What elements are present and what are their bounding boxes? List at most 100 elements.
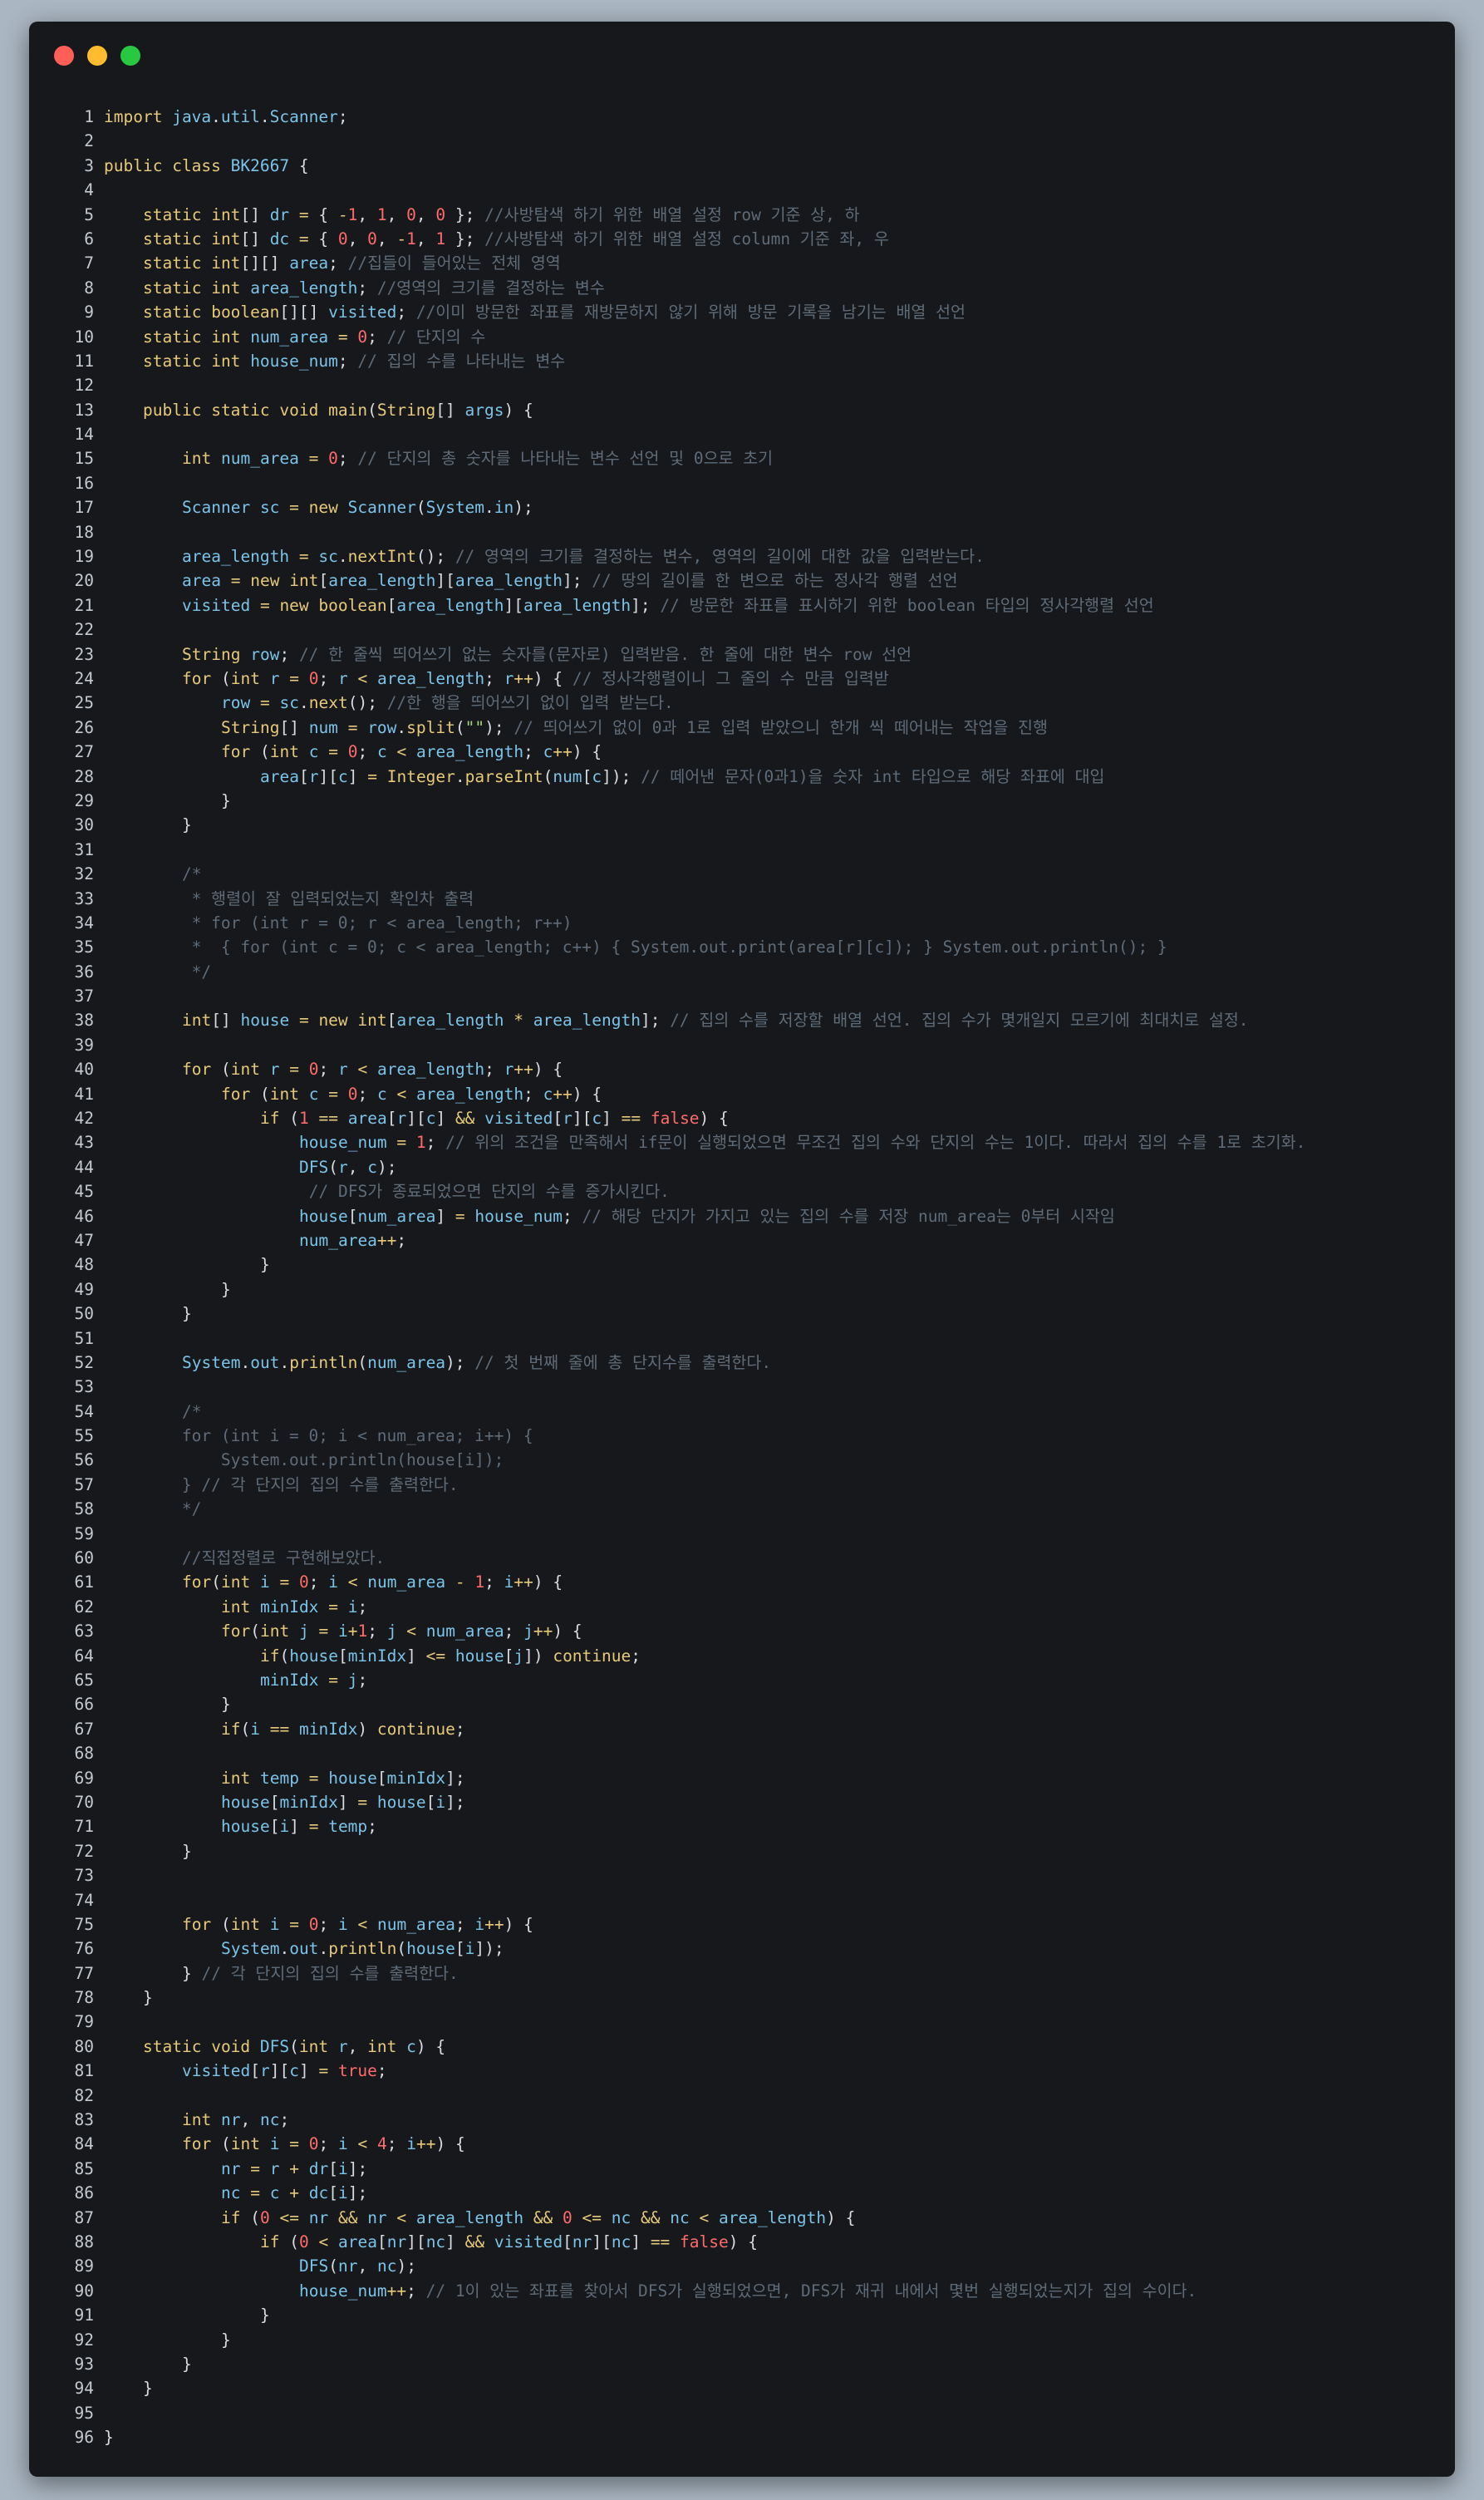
line-number: 90 bbox=[74, 2281, 94, 2301]
line-number: 31 bbox=[74, 839, 94, 859]
code-line: 34 * for (int r = 0; r < area_length; r+… bbox=[29, 911, 1455, 935]
line-number: 22 bbox=[74, 620, 94, 640]
code-line: 31 bbox=[29, 838, 1455, 862]
line-code: minIdx = j; bbox=[260, 1671, 368, 1690]
code-line: 2 bbox=[29, 129, 1455, 153]
line-number: 33 bbox=[74, 888, 94, 908]
line-number: 13 bbox=[74, 400, 94, 420]
line-number: 7 bbox=[84, 253, 94, 273]
code-line: 29 } bbox=[29, 789, 1455, 813]
line-code: // DFS가 종료되었으면 단지의 수를 증가시킨다. bbox=[308, 1182, 670, 1202]
code-line: 56 System.out.println(house[i]); bbox=[29, 1448, 1455, 1472]
line-number: 32 bbox=[74, 864, 94, 884]
line-number: 35 bbox=[74, 938, 94, 957]
line-number: 72 bbox=[74, 1841, 94, 1861]
line-number: 19 bbox=[74, 547, 94, 567]
line-code: System.out.println(num_area); // 첫 번째 줄에… bbox=[182, 1352, 772, 1372]
code-line: 28 area[r][c] = Integer.parseInt(num[c])… bbox=[29, 765, 1455, 789]
line-number: 9 bbox=[84, 303, 94, 322]
code-line: 54 /* bbox=[29, 1400, 1455, 1424]
line-code: for (int i = 0; i < 4; i++) { bbox=[182, 2134, 465, 2154]
line-number: 55 bbox=[74, 1426, 94, 1446]
line-code: nc = c + dc[i]; bbox=[221, 2183, 368, 2203]
code-line: 75 for (int i = 0; i < num_area; i++) { bbox=[29, 1912, 1455, 1937]
code-line: 94 } bbox=[29, 2376, 1455, 2400]
line-number: 58 bbox=[74, 1499, 94, 1519]
code-line: 82 bbox=[29, 2084, 1455, 2108]
line-number: 63 bbox=[74, 1622, 94, 1641]
code-line: 68 bbox=[29, 1741, 1455, 1765]
line-code: System.out.println(house[i]); bbox=[104, 1450, 504, 1470]
code-line: 12 bbox=[29, 373, 1455, 397]
line-number: 2 bbox=[84, 131, 94, 151]
line-code: house[num_area] = house_num; // 해당 단지가 가… bbox=[299, 1206, 1115, 1226]
minimize-button[interactable] bbox=[87, 46, 107, 66]
line-code: public static void main(String[] args) { bbox=[143, 400, 533, 420]
code-line: 72 } bbox=[29, 1839, 1455, 1863]
line-number: 17 bbox=[74, 498, 94, 518]
line-code: if (0 < area[nr][nc] && visited[nr][nc] … bbox=[260, 2232, 758, 2251]
code-editor[interactable]: 1 import java.util.Scanner; 2 3 public class… bbox=[29, 105, 1455, 2450]
code-line: 63 for(int j = i+1; j < num_area; j++) { bbox=[29, 1619, 1455, 1643]
code-line: 85 nr = r + dr[i]; bbox=[29, 2157, 1455, 2181]
code-line: 53 bbox=[29, 1375, 1455, 1399]
line-code: //직접정렬로 구현해보았다. bbox=[182, 1548, 386, 1568]
close-button[interactable] bbox=[54, 46, 74, 66]
code-line: 73 bbox=[29, 1863, 1455, 1887]
code-line: 22 bbox=[29, 618, 1455, 642]
line-number: 4 bbox=[84, 180, 94, 200]
code-line: 78 } bbox=[29, 1986, 1455, 2010]
code-line: 27 for (int c = 0; c < area_length; c++)… bbox=[29, 740, 1455, 764]
line-number: 34 bbox=[74, 913, 94, 933]
code-line: 17 Scanner sc = new Scanner(System.in); bbox=[29, 495, 1455, 519]
line-code: } bbox=[221, 2330, 231, 2350]
line-number: 51 bbox=[74, 1328, 94, 1348]
line-number: 37 bbox=[74, 987, 94, 1006]
code-line: 10 static int num_area = 0; // 단지의 수 bbox=[29, 325, 1455, 349]
line-code: house_num++; // 1이 있는 좌표를 찾아서 DFS가 실행되었으… bbox=[299, 2281, 1197, 2301]
line-number: 71 bbox=[74, 1817, 94, 1837]
line-code: area[r][c] = Integer.parseInt(num[c]); /… bbox=[260, 766, 1105, 786]
code-line: 64 if(house[minIdx] <= house[j]) continu… bbox=[29, 1644, 1455, 1668]
line-number: 86 bbox=[74, 2183, 94, 2203]
line-code: Scanner sc = new Scanner(System.in); bbox=[182, 498, 533, 518]
line-code: */ bbox=[104, 1499, 202, 1519]
line-code: for (int i = 0; i < num_area; i++) { bbox=[104, 1426, 533, 1446]
line-number: 24 bbox=[74, 668, 94, 688]
line-number: 29 bbox=[74, 790, 94, 810]
line-number: 67 bbox=[74, 1719, 94, 1739]
code-line: 47 num_area++; bbox=[29, 1228, 1455, 1252]
line-number: 30 bbox=[74, 815, 94, 835]
line-number: 83 bbox=[74, 2110, 94, 2130]
code-line: 33 * 행렬이 잘 입력되었는지 확인차 출력 bbox=[29, 887, 1455, 911]
maximize-button[interactable] bbox=[120, 46, 140, 66]
code-line: 23 String row; // 한 줄씩 띄어쓰기 없는 숫자를(문자로) … bbox=[29, 642, 1455, 667]
code-line: 79 bbox=[29, 2010, 1455, 2034]
line-code: static boolean[][] visited; //이미 방문한 좌표를… bbox=[143, 303, 966, 322]
line-code: house[minIdx] = house[i]; bbox=[221, 1792, 465, 1812]
code-line: 48 } bbox=[29, 1252, 1455, 1277]
title-bar bbox=[29, 22, 1455, 90]
line-code: static int house_num; // 집의 수를 나타내는 변수 bbox=[143, 351, 566, 371]
line-number: 64 bbox=[74, 1646, 94, 1666]
line-number: 77 bbox=[74, 1963, 94, 1983]
line-code: DFS(r, c); bbox=[299, 1157, 397, 1177]
line-code: static int[] dc = { 0, 0, -1, 1 }; //사방탐… bbox=[143, 229, 889, 249]
line-number: 87 bbox=[74, 2207, 94, 2227]
line-code: for (int r = 0; r < area_length; r++) { … bbox=[182, 668, 889, 688]
line-code: int num_area = 0; // 단지의 총 숫자를 나타내는 변수 선… bbox=[182, 449, 774, 469]
line-code: house[i] = temp; bbox=[221, 1817, 377, 1837]
code-line: 7 static int[][] area; //집들이 들어있는 전체 영역 bbox=[29, 251, 1455, 275]
line-code: } bbox=[260, 1255, 270, 1275]
line-number: 68 bbox=[74, 1744, 94, 1764]
code-line: 89 DFS(nr, nc); bbox=[29, 2254, 1455, 2278]
line-code: } bbox=[182, 1304, 192, 1324]
code-line: 96} bbox=[29, 2425, 1455, 2449]
line-number: 91 bbox=[74, 2306, 94, 2325]
code-line: 65 minIdx = j; bbox=[29, 1668, 1455, 1692]
code-line: 30 } bbox=[29, 813, 1455, 837]
line-number: 92 bbox=[74, 2330, 94, 2350]
line-code: static int[][] area; //집들이 들어있는 전체 영역 bbox=[143, 253, 561, 273]
code-line: 11 static int house_num; // 집의 수를 나타내는 변… bbox=[29, 349, 1455, 373]
code-line: 87 if (0 <= nr && nr < area_length && 0 … bbox=[29, 2206, 1455, 2230]
